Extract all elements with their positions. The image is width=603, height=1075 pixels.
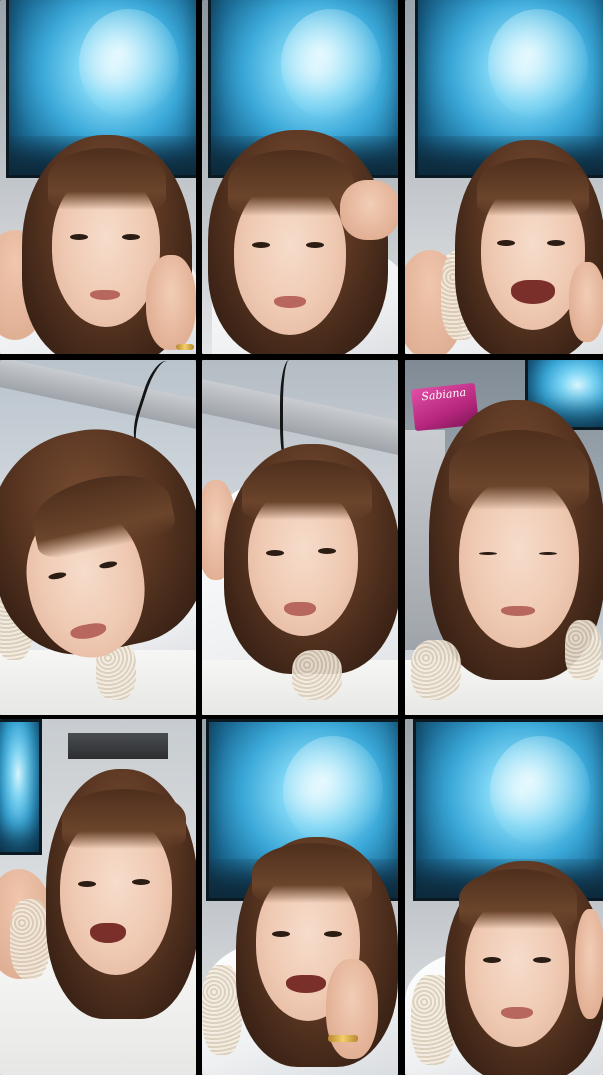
bangs — [228, 150, 354, 216]
participant-view-5[interactable] — [202, 360, 398, 715]
participant-view-8[interactable] — [202, 719, 398, 1075]
bangs — [449, 430, 589, 510]
bangs — [242, 460, 372, 520]
right-eye — [132, 879, 150, 885]
hand — [326, 959, 378, 1059]
mouth — [501, 1007, 533, 1019]
participant-view-6[interactable]: Sabiana — [405, 360, 603, 715]
video-frame: Sabiana — [405, 360, 603, 715]
right-eye — [306, 242, 324, 248]
right-eye — [539, 552, 557, 555]
lace-top — [411, 640, 461, 700]
left-eye — [497, 240, 515, 246]
lion-image — [488, 9, 588, 119]
video-grid: Sabiana — [0, 0, 603, 1075]
right-eye — [324, 931, 342, 937]
bangs — [62, 789, 186, 849]
left-eye — [47, 571, 67, 581]
lace-top — [10, 899, 50, 979]
mouth — [274, 296, 306, 308]
video-frame — [0, 360, 196, 715]
video-frame — [0, 0, 196, 354]
participant-view-1[interactable] — [0, 0, 196, 354]
right-eye — [547, 240, 565, 246]
mouth — [69, 621, 108, 642]
left-eye — [266, 550, 284, 556]
bangs — [48, 148, 166, 210]
lion-image — [283, 736, 383, 846]
right-eye — [318, 548, 336, 554]
lion-image — [281, 9, 381, 119]
mouth — [284, 602, 316, 616]
mouth — [501, 606, 535, 616]
lion-image — [490, 736, 590, 846]
mouth — [90, 923, 126, 943]
video-frame — [202, 0, 398, 354]
mouth — [511, 280, 555, 304]
hand — [569, 262, 603, 342]
left-eye — [252, 242, 270, 248]
mouth — [90, 290, 120, 300]
hand — [575, 909, 603, 1019]
left-eye — [272, 931, 290, 937]
bangs — [459, 869, 577, 929]
right-eye — [533, 957, 551, 963]
lion-poster — [0, 719, 42, 855]
participant-view-7[interactable] — [0, 719, 196, 1075]
participant-view-4[interactable] — [0, 360, 196, 715]
bracelet — [328, 1035, 358, 1042]
video-frame — [0, 719, 196, 1075]
left-eye — [78, 881, 96, 887]
video-frame — [202, 719, 398, 1075]
shelf — [68, 733, 168, 759]
bangs — [477, 158, 589, 216]
right-eye — [98, 560, 118, 570]
video-frame — [202, 360, 398, 715]
video-frame — [405, 0, 603, 354]
lion-image — [79, 9, 179, 119]
participant-view-9[interactable] — [405, 719, 603, 1075]
lace-top — [565, 620, 601, 680]
bangs — [252, 843, 372, 903]
lace-top — [292, 650, 342, 700]
participant-view-2[interactable] — [202, 0, 398, 354]
video-frame — [405, 719, 603, 1075]
bracelet — [176, 344, 194, 350]
snack-bag-label: Sabiana — [420, 385, 467, 404]
participant-view-3[interactable] — [405, 0, 603, 354]
hand — [340, 180, 398, 240]
right-eye — [122, 234, 140, 240]
left-eye — [70, 234, 88, 240]
mouth — [286, 975, 326, 993]
left-eye — [479, 552, 497, 555]
hand — [146, 255, 196, 350]
left-eye — [483, 957, 501, 963]
